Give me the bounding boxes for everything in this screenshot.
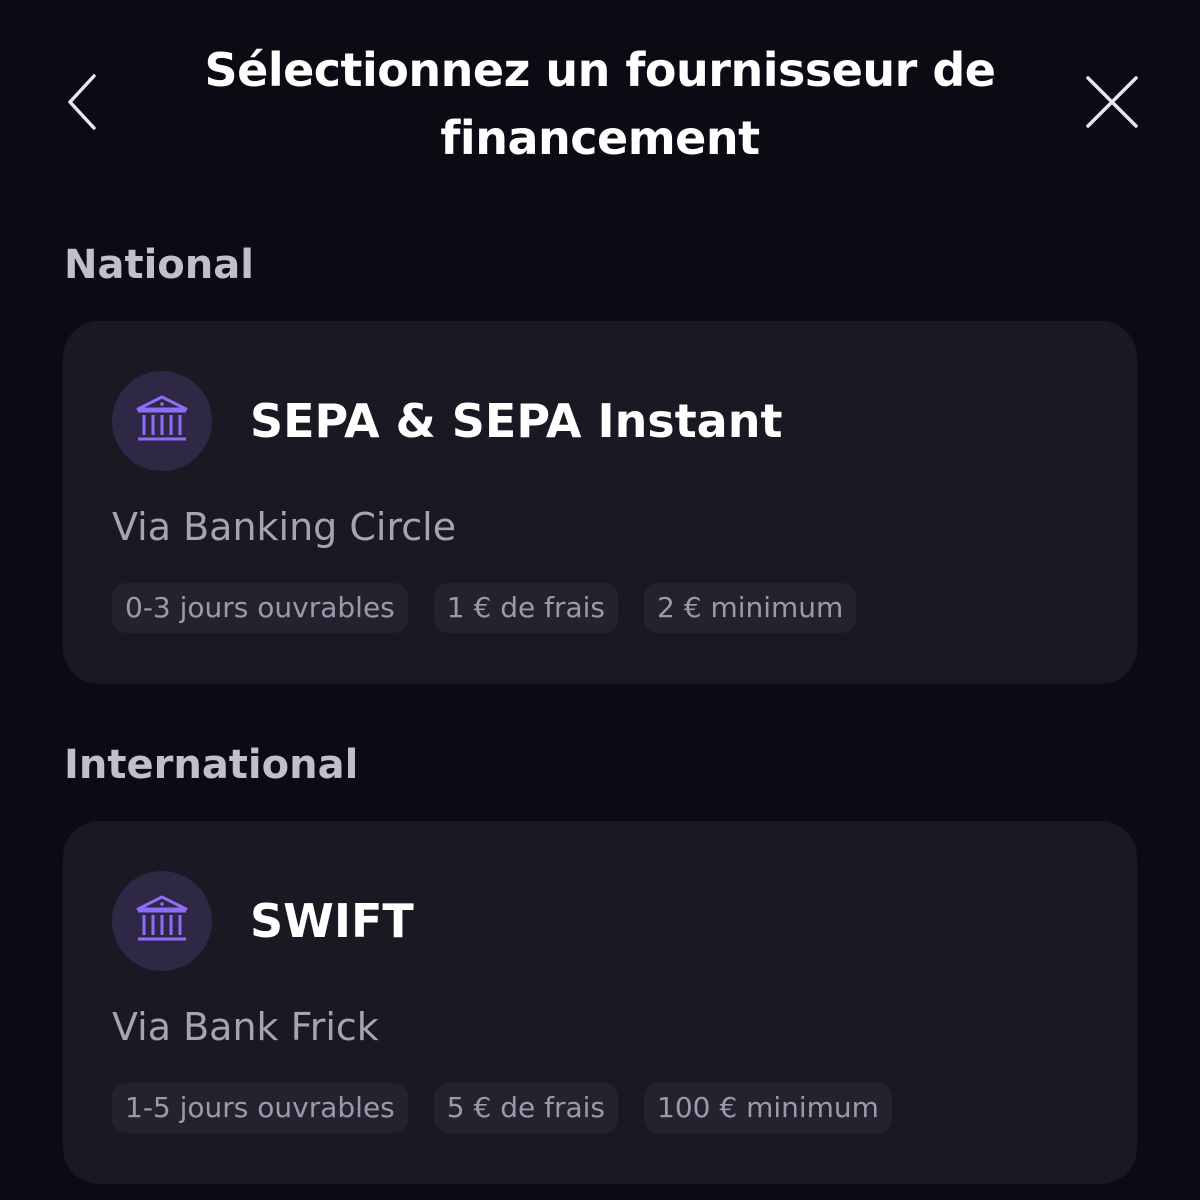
- funding-provider-screen: Sélectionnez un fournisseur de financeme…: [0, 0, 1200, 1200]
- chevron-left-icon: [64, 72, 104, 136]
- provider-icon-badge: [112, 871, 212, 971]
- provider-card-swift[interactable]: SWIFT Via Bank Frick 1-5 jours ouvrables…: [63, 821, 1137, 1184]
- page-title: Sélectionnez un fournisseur de financeme…: [204, 43, 996, 165]
- chip-minimum: 2 € minimum: [644, 583, 857, 633]
- provider-title: SEPA & SEPA Instant: [250, 394, 783, 448]
- chip-fee: 5 € de frais: [433, 1083, 619, 1133]
- close-icon: [1084, 74, 1140, 134]
- bank-icon: [134, 393, 190, 449]
- chip-delay: 1-5 jours ouvrables: [112, 1083, 408, 1133]
- provider-icon-badge: [112, 371, 212, 471]
- bank-icon: [134, 893, 190, 949]
- chip-minimum: 100 € minimum: [644, 1083, 892, 1133]
- chip-delay: 0-3 jours ouvrables: [112, 583, 408, 633]
- close-button[interactable]: [1076, 68, 1148, 140]
- section-label-national: National: [64, 242, 254, 288]
- provider-chips: 0-3 jours ouvrables 1 € de frais 2 € min…: [112, 583, 857, 633]
- section-label-international: International: [64, 742, 359, 788]
- provider-subtitle: Via Bank Frick: [112, 1005, 379, 1049]
- provider-card-sepa[interactable]: SEPA & SEPA Instant Via Banking Circle 0…: [63, 321, 1137, 684]
- provider-title: SWIFT: [250, 894, 414, 948]
- provider-chips: 1-5 jours ouvrables 5 € de frais 100 € m…: [112, 1083, 892, 1133]
- provider-subtitle: Via Banking Circle: [112, 505, 457, 549]
- back-button[interactable]: [52, 68, 116, 140]
- header: Sélectionnez un fournisseur de financeme…: [0, 0, 1200, 190]
- chip-fee: 1 € de frais: [433, 583, 619, 633]
